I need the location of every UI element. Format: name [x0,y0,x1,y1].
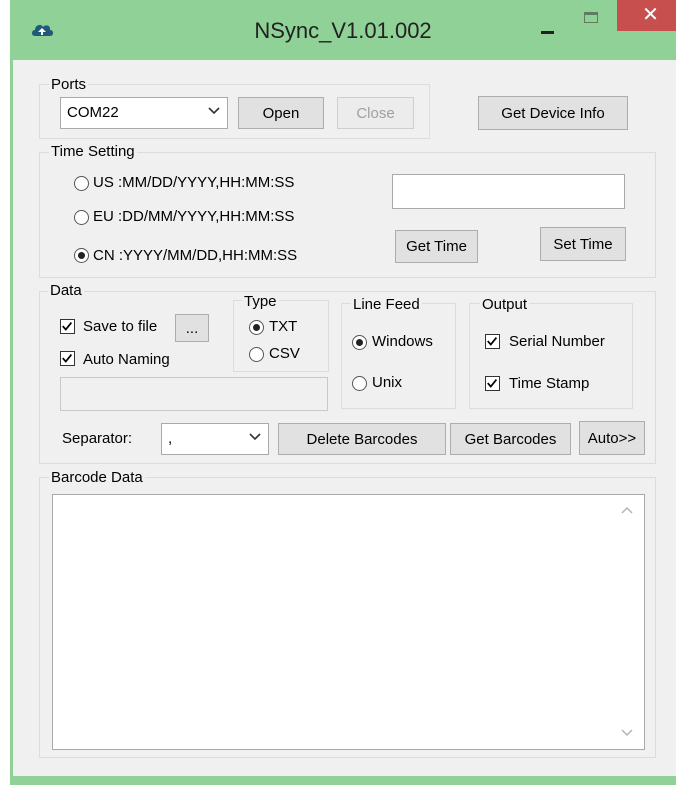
window-frame-bottom [10,776,676,785]
radio-windows[interactable] [352,335,367,350]
data-legend: Data [48,282,84,299]
app-window: NSync_V1.01.002 ✕ Ports COM22 Open Close… [0,0,676,785]
cn-format-label: CN :YYYY/MM/DD,HH:MM:SS [93,247,298,264]
title-bar[interactable]: NSync_V1.01.002 ✕ [10,0,676,60]
time-stamp-label: Time Stamp [509,375,590,392]
com-port-select[interactable]: COM22 [60,97,228,129]
separator-value: , [168,430,173,447]
output-group [469,303,633,409]
radio-eu-format[interactable] [74,210,89,225]
checkmark-icon [62,354,73,363]
delete-barcodes-button[interactable]: Delete Barcodes [278,423,446,455]
barcode-data-textarea[interactable] [52,494,645,750]
save-to-file-label: Save to file [83,318,158,335]
serial-number-label: Serial Number [509,333,605,350]
auto-naming-label: Auto Naming [83,351,170,368]
open-button[interactable]: Open [238,97,324,129]
time-setting-legend: Time Setting [49,143,137,160]
txt-label: TXT [269,318,298,335]
radio-us-format[interactable] [74,176,89,191]
serial-number-checkbox[interactable] [485,334,500,349]
file-path-input[interactable] [60,377,328,411]
minimize-button[interactable] [535,13,561,37]
checkmark-icon [62,322,73,331]
csv-label: CSV [269,345,300,362]
radio-csv[interactable] [249,347,264,362]
get-barcodes-button[interactable]: Get Barcodes [450,423,571,455]
scroll-down-arrow-icon[interactable] [620,728,634,738]
eu-format-label: EU :DD/MM/YYYY,HH:MM:SS [93,208,295,225]
line-feed-legend: Line Feed [351,296,422,313]
separator-label: Separator: [62,430,133,447]
windows-label: Windows [372,333,433,350]
output-legend: Output [480,296,530,313]
auto-button[interactable]: Auto>> [579,421,645,455]
client-area: Ports COM22 Open Close Get Device Info T… [13,60,676,776]
radio-txt[interactable] [249,320,264,335]
us-format-label: US :MM/DD/YYYY,HH:MM:SS [93,174,295,191]
radio-cn-format[interactable] [74,248,89,263]
barcode-data-legend: Barcode Data [49,469,145,486]
get-device-info-button[interactable]: Get Device Info [478,96,628,130]
type-legend: Type [242,293,279,310]
time-value-input[interactable] [392,174,625,209]
window-title: NSync_V1.01.002 [254,18,432,43]
chevron-down-icon [249,433,261,441]
checkmark-icon [487,379,498,388]
close-port-button[interactable]: Close [337,97,414,129]
scroll-up-arrow-icon[interactable] [620,505,634,515]
chevron-down-icon [208,107,220,115]
ports-legend: Ports [49,76,89,93]
line-feed-group [341,303,456,409]
separator-select[interactable]: , [161,423,269,455]
auto-naming-checkbox[interactable] [60,351,75,366]
time-stamp-checkbox[interactable] [485,376,500,391]
get-time-button[interactable]: Get Time [395,230,478,263]
browse-button[interactable]: ... [175,314,209,342]
close-window-button[interactable]: ✕ [617,0,676,31]
com-port-value: COM22 [67,104,119,121]
save-to-file-checkbox[interactable] [60,319,75,334]
checkmark-icon [487,337,498,346]
maximize-button[interactable] [582,10,602,26]
radio-unix[interactable] [352,376,367,391]
unix-label: Unix [372,374,403,391]
set-time-button[interactable]: Set Time [540,227,626,261]
